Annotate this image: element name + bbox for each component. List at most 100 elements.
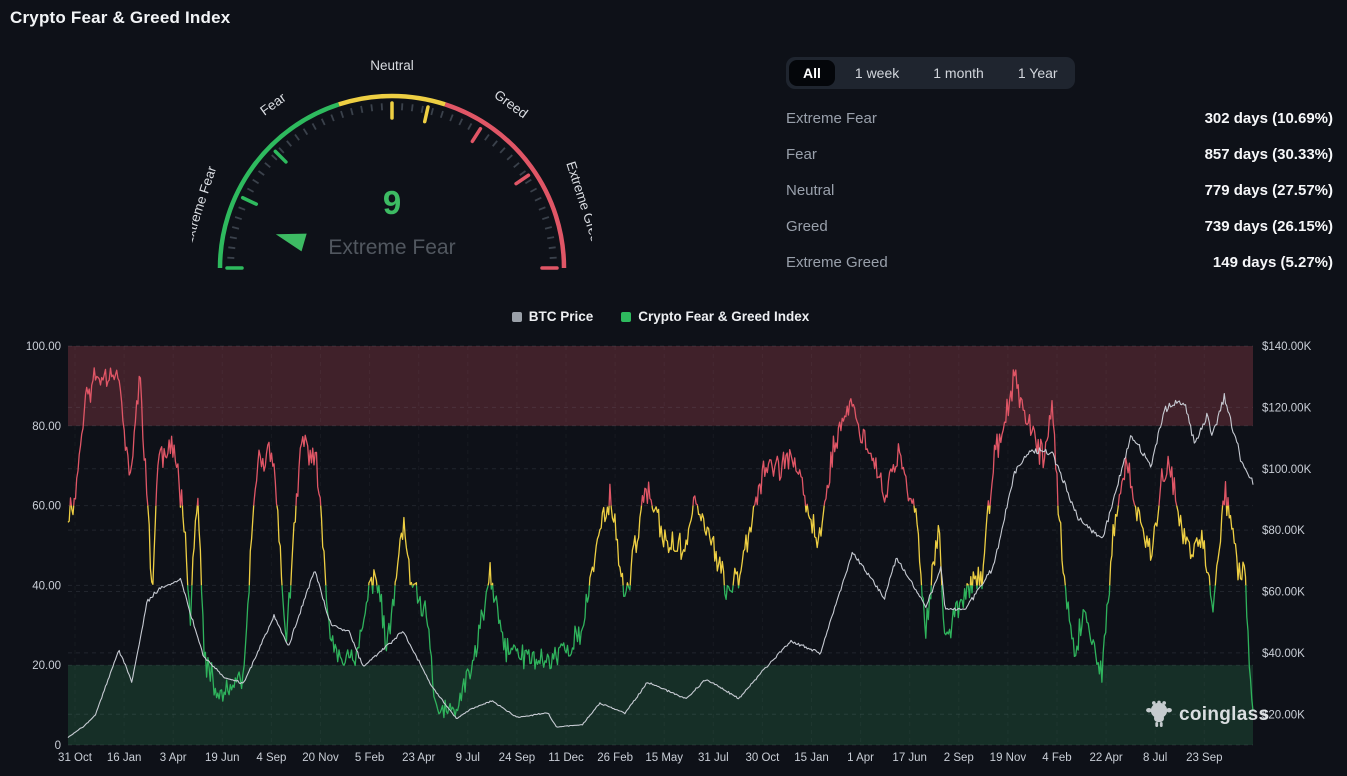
fgi-line-segment [197,498,198,505]
y-axis-tick-left: 0 [55,740,61,752]
page-title: Crypto Fear & Greed Index [10,8,230,28]
fgi-line-segment [652,506,693,560]
y-axis-tick-left: 60.00 [32,501,61,513]
fgi-line-segment [372,585,373,593]
fgi-line-segment [980,572,982,586]
y-axis-tick-right: $80.00K [1262,525,1305,537]
gauge-status-label: Extreme Fear [192,236,592,260]
fgi-line-segment [296,435,321,505]
x-axis-tick: 4 Sep [256,752,286,764]
fgi-line-segment [724,585,733,599]
tab-1-week[interactable]: 1 week [841,60,913,86]
fgi-line-segment [1228,498,1229,506]
fgi-line-segment [491,585,492,589]
legend-item-crypto-fear-greed-index[interactable]: Crypto Fear & Greed Index [621,309,809,324]
fgi-line-segment [198,506,201,586]
coinglass-watermark: coinglass [1146,700,1269,729]
chart-area[interactable]: 31 Oct16 Jan3 Apr19 Jun4 Sep20 Nov5 Feb2… [0,331,1347,771]
y-axis-tick-right: $40.00K [1262,648,1305,660]
x-axis-tick: 16 Jan [107,752,142,764]
x-axis-tick: 24 Sep [499,752,535,764]
fgi-line-segment [982,506,988,586]
legend-label: Crypto Fear & Greed Index [638,309,809,324]
x-axis-tick: 23 Apr [402,752,435,764]
y-axis-tick-left: 40.00 [32,580,61,592]
stat-row-fear: Fear857 days (30.33%) [786,136,1333,172]
fgi-line-segment [1210,585,1215,612]
stat-row-extreme-fear: Extreme Fear302 days (10.69%) [786,100,1333,136]
stat-value: 149 days (5.27%) [1213,254,1333,271]
fgi-line-segment [321,506,326,586]
gauge-ring-label: Greed [491,87,530,121]
fgi-line-segment [973,572,977,586]
fgi-line-segment [914,506,922,586]
tab-1-year[interactable]: 1 Year [1004,60,1072,86]
y-axis-tick-left: 80.00 [32,421,61,433]
fgi-line-segment [71,506,73,515]
fgi-line-segment [1177,506,1210,586]
fgi-line-segment [609,484,611,505]
legend-swatch [621,312,631,322]
fgi-line-segment [698,506,725,586]
x-axis-tick: 30 Oct [745,752,780,764]
chart-legend: BTC Price Crypto Fear & Greed Index [68,309,1253,324]
y-axis-tick-right: $140.00K [1262,341,1312,353]
y-axis-tick-left: 20.00 [32,660,61,672]
x-axis-tick: 4 Feb [1042,752,1071,764]
x-axis-tick: 11 Dec [548,752,584,764]
stat-label: Neutral [786,182,834,199]
fgi-line-segment [972,585,973,593]
tab-all[interactable]: All [789,60,835,86]
x-axis-tick: 9 Jul [456,752,480,764]
coinglass-logo-icon [1146,700,1172,729]
stat-value: 857 days (30.33%) [1205,146,1333,163]
x-axis-tick: 2 Sep [944,752,974,764]
fgi-line-segment [1058,506,1065,586]
fgi-line-segment [254,442,277,505]
gauge-accent-tick [472,129,480,142]
stat-row-extreme-greed: Extreme Greed149 days (5.27%) [786,244,1333,280]
stat-value: 779 days (27.57%) [1205,182,1333,199]
fgi-line-segment [988,501,989,506]
fgi-line-segment [968,585,970,597]
fgi-line-segment [395,518,412,586]
fgi-line-segment [627,583,628,586]
fgi-line-segment [1215,506,1222,586]
fgi-line-segment [1118,457,1135,505]
fear-greed-gauge: Extreme FearFearNeutralGreedExtreme Gree… [192,56,592,300]
gauge-dial: Extreme FearFearNeutralGreedExtreme Gree… [192,56,592,300]
x-axis-tick: 22 Apr [1089,752,1122,764]
fgi-line-segment [412,585,413,587]
fgi-line-segment [277,506,282,586]
gauge-accent-tick [425,107,428,122]
legend-item-btc-price[interactable]: BTC Price [512,309,594,324]
coinglass-watermark-text: coinglass [1179,704,1269,726]
stat-value: 302 days (10.69%) [1205,110,1333,127]
stat-label: Greed [786,218,828,235]
x-axis-tick: 15 Jan [794,752,829,764]
fgi-line-segment [156,436,180,505]
legend-swatch [512,312,522,322]
fgi-line-segment [942,585,967,637]
fgi-line-segment [493,585,590,669]
stats-panel: Extreme Fear302 days (10.69%)Fear857 day… [786,100,1333,280]
gauge-ring-label: Neutral [370,58,414,73]
fgi-line-segment [693,496,698,506]
fgi-line-segment [291,506,296,586]
y-axis-tick-right: $100.00K [1262,464,1312,476]
fgi-line-segment [806,506,808,512]
x-axis-tick: 15 May [645,752,683,764]
fgi-line-segment [628,585,630,590]
chart-band [68,346,1253,426]
tab-1-month[interactable]: 1 month [919,60,998,86]
fgi-line-segment [182,506,187,586]
x-axis-tick: 19 Jun [205,752,240,764]
fgi-line-segment [70,498,71,506]
fgi-line-segment [282,585,291,641]
fgi-line-segment [492,583,493,585]
fgi-line-segment [970,577,971,586]
stat-value: 739 days (26.15%) [1205,218,1333,235]
y-axis-tick-right: $60.00K [1262,587,1305,599]
fgi-line-segment [623,585,627,596]
fgi-line-segment [373,570,377,586]
